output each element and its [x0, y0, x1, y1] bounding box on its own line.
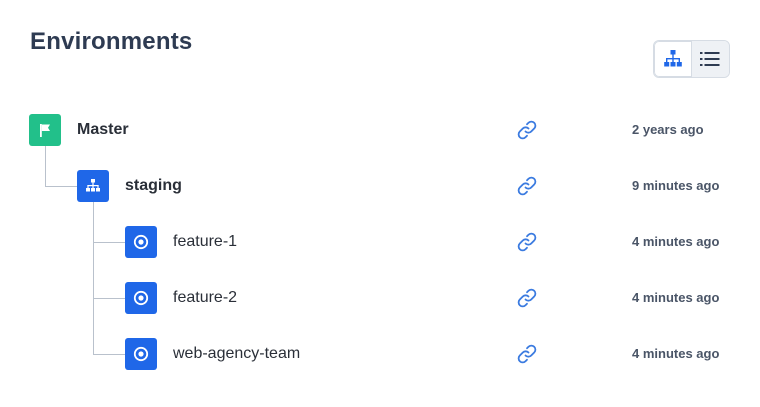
link-icon[interactable] [516, 287, 538, 309]
tree-connector [93, 202, 94, 354]
updated-time: 4 minutes ago [632, 234, 720, 249]
feature-2-node [125, 282, 157, 314]
updated-time: 4 minutes ago [632, 346, 720, 361]
link-icon[interactable] [516, 231, 538, 253]
master-node [29, 114, 61, 146]
environment-row-feature-1[interactable]: feature-1 4 minutes ago [0, 226, 760, 260]
link-icon[interactable] [516, 119, 538, 141]
environment-name[interactable]: Master [77, 114, 129, 146]
target-icon [133, 234, 149, 250]
environment-row-feature-2[interactable]: feature-2 4 minutes ago [0, 282, 760, 316]
updated-time: 4 minutes ago [632, 290, 720, 305]
view-toggle [653, 40, 730, 78]
feature-1-node [125, 226, 157, 258]
environment-name[interactable]: web-agency-team [173, 338, 300, 370]
hierarchy-icon [86, 179, 100, 192]
target-icon [133, 290, 149, 306]
list-view-icon [700, 52, 720, 66]
environment-row-staging[interactable]: staging 9 minutes ago [0, 170, 760, 204]
environment-row-web-agency-team[interactable]: web-agency-team 4 minutes ago [0, 338, 760, 372]
tree-view-icon [663, 50, 682, 67]
target-icon [133, 346, 149, 362]
updated-time: 9 minutes ago [632, 178, 720, 193]
environment-name[interactable]: staging [125, 170, 182, 202]
link-icon[interactable] [516, 343, 538, 365]
web-agency-team-node [125, 338, 157, 370]
updated-time: 2 years ago [632, 122, 704, 137]
page-title: Environments [30, 28, 193, 55]
list-view-button[interactable] [691, 41, 729, 77]
environment-name[interactable]: feature-2 [173, 282, 237, 314]
staging-node [77, 170, 109, 202]
link-icon[interactable] [516, 175, 538, 197]
environment-name[interactable]: feature-1 [173, 226, 237, 258]
tree-view-button[interactable] [654, 41, 692, 77]
flag-icon [40, 124, 50, 137]
environment-row-master[interactable]: Master 2 years ago [0, 114, 760, 148]
